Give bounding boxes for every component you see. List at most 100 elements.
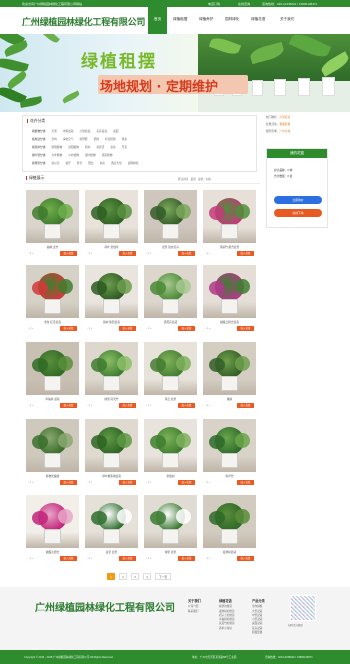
quantity-stepper[interactable]: - 1 + bbox=[146, 252, 151, 255]
category-link[interactable]: 大型 bbox=[51, 130, 56, 133]
quantity-stepper[interactable]: - 1 + bbox=[28, 327, 33, 330]
product-image[interactable] bbox=[85, 495, 138, 548]
category-link[interactable]: 客厅 bbox=[66, 162, 71, 165]
add-to-basket-button[interactable]: 加入花篮 bbox=[237, 480, 254, 485]
product-image[interactable] bbox=[144, 265, 197, 318]
product-name[interactable]: 金鱼 红掌盆栽 bbox=[26, 320, 79, 324]
product-card[interactable]: 搭配花盆栽 - 1 + 加入花篮 bbox=[144, 265, 197, 335]
category-link[interactable]: 书房 bbox=[100, 162, 105, 165]
product-image[interactable] bbox=[26, 342, 79, 395]
next-page-button[interactable]: 下一页 bbox=[155, 573, 171, 580]
consult-link[interactable]: 在线咨询 bbox=[238, 2, 250, 6]
nav-landscaping[interactable]: 园林绿化 bbox=[225, 17, 239, 22]
add-to-basket-button[interactable]: 加入花篮 bbox=[60, 251, 77, 256]
product-image[interactable] bbox=[144, 495, 197, 548]
page-3-button[interactable]: 3 bbox=[131, 573, 139, 580]
nav-rental[interactable]: 绿植租摆 bbox=[173, 17, 187, 22]
add-to-basket-button[interactable]: 加入花篮 bbox=[178, 480, 195, 485]
add-to-basket-button[interactable]: 加入花篮 bbox=[237, 251, 254, 256]
product-name[interactable]: 植物架摆放 bbox=[26, 474, 79, 478]
add-to-basket-button[interactable]: 加入花篮 bbox=[119, 403, 136, 408]
product-name[interactable]: 盆景 锦衣花卉 bbox=[144, 245, 197, 249]
quantity-stepper[interactable]: - 1 + bbox=[87, 252, 92, 255]
quantity-stepper[interactable]: - 1 + bbox=[87, 481, 92, 484]
product-image[interactable] bbox=[203, 190, 256, 243]
product-card[interactable]: 白掌 盆景 - 1 + 加入花篮 bbox=[85, 495, 138, 565]
product-name[interactable]: 绿萝 南天竹 bbox=[85, 397, 138, 401]
add-to-basket-button[interactable]: 加入花篮 bbox=[178, 326, 195, 331]
nav-flower-language[interactable]: 绿植花语 bbox=[251, 17, 265, 22]
product-name[interactable]: 散尾 bbox=[203, 397, 256, 401]
product-name[interactable]: 琴叶榕落地盆栽 bbox=[85, 474, 138, 478]
product-image[interactable] bbox=[26, 419, 79, 472]
product-name[interactable]: 搭配花盆栽 bbox=[144, 320, 197, 324]
product-image[interactable] bbox=[26, 495, 79, 548]
order-button[interactable]: 在线下单 bbox=[274, 209, 322, 217]
product-card[interactable]: 龟背竹 - 1 + 加入花篮 bbox=[203, 419, 256, 489]
product-name[interactable]: 白掌 盆景 bbox=[85, 550, 138, 554]
product-card[interactable]: 金钱树 - 1 + 加入花篮 bbox=[144, 419, 197, 489]
sort-options[interactable]: 默认排序 · 最新 · 最热 · 价格 bbox=[178, 177, 211, 181]
category-link[interactable]: 观叶植物 bbox=[85, 154, 96, 157]
product-name[interactable]: 发财树盆栽 bbox=[203, 550, 256, 554]
product-card[interactable]: 幸福树 盆栽 - 1 + 加入花篮 bbox=[26, 342, 79, 412]
product-name[interactable]: 吊兰 盆景 bbox=[144, 397, 197, 401]
product-image[interactable] bbox=[85, 190, 138, 243]
category-link[interactable]: 小叶植物 bbox=[68, 154, 79, 157]
quantity-stepper[interactable]: - 1 + bbox=[87, 404, 92, 407]
product-image[interactable] bbox=[85, 265, 138, 318]
product-card[interactable]: 吊兰 盆景 - 1 + 加入花篮 bbox=[144, 342, 197, 412]
product-card[interactable]: 绿萝 盆景 - 1 + 加入花篮 bbox=[144, 495, 197, 565]
product-image[interactable] bbox=[85, 342, 138, 395]
product-image[interactable] bbox=[203, 419, 256, 472]
product-name[interactable]: 绿萝 盆景 bbox=[144, 550, 197, 554]
quantity-stepper[interactable]: - 1 + bbox=[205, 557, 210, 560]
product-card[interactable]: 发财树盆栽 - 1 + 加入花篮 bbox=[203, 495, 256, 565]
order-link[interactable]: 电话订购 bbox=[208, 2, 220, 6]
category-link[interactable]: 阳台 bbox=[88, 162, 93, 165]
add-to-basket-button[interactable]: 加入花篮 bbox=[60, 480, 77, 485]
footer-link[interactable]: 养护小常识 bbox=[219, 627, 235, 631]
quantity-stepper[interactable]: - 1 + bbox=[28, 252, 33, 255]
quantity-stepper[interactable]: - 1 + bbox=[205, 404, 210, 407]
page-2-button[interactable]: 2 bbox=[119, 573, 127, 580]
product-card[interactable]: 绿萝 南天竹 - 1 + 加入花篮 bbox=[85, 342, 138, 412]
product-image[interactable] bbox=[85, 419, 138, 472]
category-link[interactable]: 风水 bbox=[122, 138, 127, 141]
category-link[interactable]: 花卉盆栽 bbox=[96, 130, 107, 133]
add-to-basket-button[interactable]: 加入花篮 bbox=[119, 480, 136, 485]
category-link[interactable]: 商场绿化 bbox=[128, 162, 139, 165]
quantity-stepper[interactable]: - 1 + bbox=[146, 404, 151, 407]
product-name[interactable]: 福禄 主竹 bbox=[26, 245, 79, 249]
product-image[interactable] bbox=[203, 265, 256, 318]
footer-link[interactable]: 联系我们 bbox=[188, 610, 201, 614]
product-name[interactable]: 蝴蝶兰组合盆栽 bbox=[203, 320, 256, 324]
add-to-basket-button[interactable]: 加入花篮 bbox=[237, 403, 254, 408]
product-card[interactable]: 盆景 锦衣花卉 - 1 + 加入花篮 bbox=[144, 190, 197, 260]
quantity-stepper[interactable]: - 1 + bbox=[146, 481, 151, 484]
add-to-basket-button[interactable]: 加入花篮 bbox=[237, 326, 254, 331]
quantity-stepper[interactable]: - 1 + bbox=[205, 481, 210, 484]
add-to-basket-button[interactable]: 加入花篮 bbox=[119, 556, 136, 561]
product-image[interactable] bbox=[144, 419, 197, 472]
category-link[interactable]: 小型盆栽 bbox=[80, 130, 91, 133]
product-image[interactable] bbox=[144, 342, 197, 395]
quantity-stepper[interactable]: - 1 + bbox=[28, 481, 33, 484]
category-link[interactable]: 耐旱 bbox=[85, 146, 90, 149]
product-name[interactable]: 凤尾竹 组合盆景 bbox=[203, 245, 256, 249]
category-link[interactable]: 易养活 bbox=[96, 146, 104, 149]
quote-button[interactable]: 立即询价 bbox=[274, 196, 322, 204]
product-card[interactable]: 金鱼 红掌盆栽 - 1 + 加入花篮 bbox=[26, 265, 79, 335]
product-card[interactable]: 凤尾竹 组合盆景 - 1 + 加入花篮 bbox=[203, 190, 256, 260]
add-to-basket-button[interactable]: 加入花篮 bbox=[178, 251, 195, 256]
category-link[interactable]: 旺宅招财 bbox=[105, 138, 116, 141]
add-to-basket-button[interactable]: 加入花篮 bbox=[178, 556, 195, 561]
add-to-basket-button[interactable]: 加入花篮 bbox=[119, 326, 136, 331]
add-to-basket-button[interactable]: 加入花篮 bbox=[237, 556, 254, 561]
category-link[interactable]: 喜水 bbox=[110, 146, 115, 149]
product-name[interactable]: 龟背竹 bbox=[203, 474, 256, 478]
nav-about[interactable]: 关于我们 bbox=[280, 17, 294, 22]
add-to-basket-button[interactable]: 加入花篮 bbox=[60, 403, 77, 408]
category-link[interactable]: 大叶植物 bbox=[51, 154, 62, 157]
add-to-basket-button[interactable]: 加入花篮 bbox=[60, 556, 77, 561]
